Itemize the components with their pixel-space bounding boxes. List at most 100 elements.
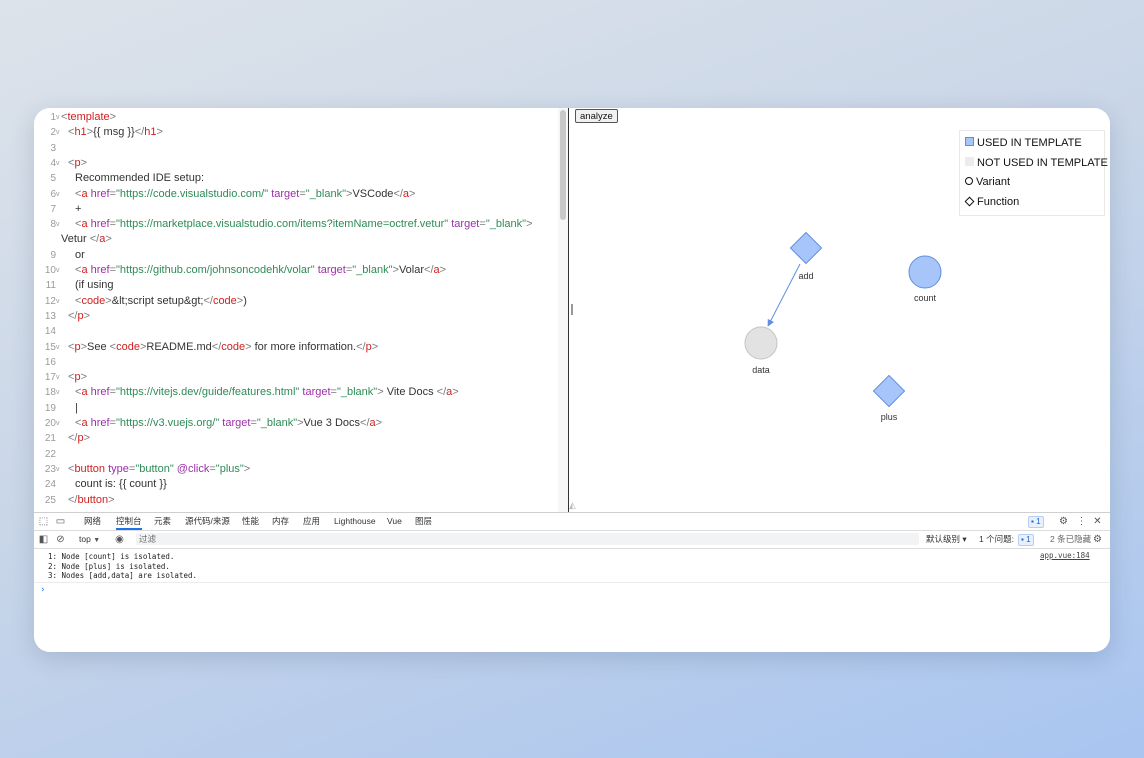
code-line[interactable]: 9 or (34, 248, 568, 263)
line-number: 6 (50, 188, 56, 200)
fold-chevron-icon[interactable]: v (56, 385, 62, 400)
fold-chevron-icon[interactable]: v (56, 125, 62, 140)
console-prompt[interactable]: › (40, 585, 45, 595)
close-icon[interactable]: ✕ (1092, 516, 1103, 527)
fold-chevron-icon[interactable]: v (56, 416, 62, 431)
node-data-shape[interactable] (744, 326, 778, 360)
tab-0[interactable]: 网络 (84, 513, 101, 530)
app-window: 1 v <template> 2 v <h1>{{ msg }}</h1> 3 4 v <p> 5 R… (34, 108, 1110, 652)
code-line[interactable]: 22 (34, 447, 568, 462)
code-line[interactable]: 17 v <p> (34, 370, 568, 385)
inspect-element-icon[interactable]: ⬚ (38, 516, 49, 527)
code-token: </ (424, 264, 434, 276)
more-menu-icon[interactable]: ⋮ (1076, 516, 1087, 527)
sidebar-toggle-icon[interactable]: ◧ (38, 534, 49, 545)
code-line[interactable]: 1 v <template> (34, 110, 568, 125)
fold-chevron-icon[interactable]: v (56, 156, 62, 171)
code-token: button (74, 462, 106, 475)
code-line[interactable]: 25 </button> (34, 493, 568, 508)
code-token: (if using (75, 279, 114, 292)
code-text: <p>See <code>README.md</code> for more i… (68, 340, 378, 355)
code-token: "https://github.com/johnsoncodehk/volar" (116, 264, 315, 276)
code-line[interactable]: 5 Recommended IDE setup: (34, 171, 568, 186)
code-token: > (105, 233, 112, 246)
devtools-tab-bar: ⬚ ▭ 网络 控制台 元素 源代码/来源 性能 内存 应用 Lighthouse Vue 图层 ▪… (34, 513, 1110, 531)
code-line[interactable]: 3 (34, 141, 568, 156)
code-line[interactable]: Vetur </a> (34, 232, 568, 247)
code-line[interactable]: 18 v <a href="https://vitejs.dev/guide/fea… (34, 385, 568, 400)
fold-chevron-icon[interactable]: v (56, 263, 62, 278)
device-toolbar-icon[interactable]: ▭ (55, 516, 66, 527)
issues-count-badge[interactable]: ▪ 1 (1018, 534, 1034, 546)
fold-chevron-icon[interactable]: v (56, 370, 62, 385)
code-editor[interactable]: 1 v <template> 2 v <h1>{{ msg }}</h1> 3 4 v <p> 5 R… (34, 108, 568, 512)
devtools-panel: ⬚ ▭ 网络 控制台 元素 源代码/来源 性能 内存 应用 Lighthouse Vue 图层 ▪… (34, 512, 1110, 652)
graph-legend: USED IN TEMPLATE NOT USED IN TEMPLATE Va… (959, 130, 1108, 216)
tab-4[interactable]: 性能 (242, 513, 259, 530)
source-link[interactable]: app.vue:184 (1040, 551, 1090, 560)
gear-icon[interactable]: ⚙ (1058, 516, 1069, 527)
tab-1[interactable]: 控制台 (116, 513, 142, 530)
tab-6[interactable]: 应用 (303, 513, 320, 530)
legend-used: USED IN TEMPLATE (965, 135, 1082, 151)
code-token: > (109, 111, 117, 123)
code-line[interactable]: 21 </p> (34, 431, 568, 446)
editor-scrollbar-thumb[interactable] (560, 110, 566, 220)
code-token: type (108, 462, 129, 475)
context-selector[interactable]: top ▼ (79, 531, 100, 549)
line-number: 19 (44, 402, 56, 414)
line-number: 24 (44, 479, 56, 491)
code-text: or (75, 248, 85, 263)
code-text: <a href="https://v3.vuejs.org/" target="… (75, 416, 382, 431)
code-text: </p> (68, 309, 90, 324)
fold-chevron-icon[interactable]: v (56, 340, 62, 355)
node-plus-shape[interactable] (872, 374, 906, 408)
code-line[interactable]: 14 (34, 324, 568, 339)
code-token: href (90, 386, 110, 399)
code-line[interactable]: 24 count is: {{ count }} (34, 477, 568, 492)
line-number: 16 (44, 356, 56, 368)
code-token: </ (211, 340, 222, 353)
code-token: {{ msg }} (93, 126, 135, 139)
code-line[interactable]: 23 v <button type="button" @click="plus"> (34, 462, 568, 477)
code-line[interactable]: 11 (if using (34, 278, 568, 293)
code-line[interactable]: 7 + (34, 202, 568, 217)
node-count-shape[interactable] (908, 255, 942, 289)
code-line[interactable]: 19 | (34, 401, 568, 416)
fold-chevron-icon[interactable]: v (56, 187, 62, 202)
console-settings-icon[interactable]: ⚙ (1092, 534, 1103, 545)
tab-9[interactable]: 图层 (415, 513, 432, 530)
code-line[interactable]: 6 v <a href="https://code.visualstudio.com… (34, 187, 568, 202)
node-add-shape[interactable] (789, 231, 823, 265)
issues-badge[interactable]: ▪ 1 (1028, 516, 1044, 528)
issues-label[interactable]: 1 个问题: (979, 531, 1014, 548)
code-line[interactable]: 4 v <p> (34, 156, 568, 171)
fold-chevron-icon[interactable]: v (56, 217, 62, 232)
code-token: "https://vitejs.dev/guide/features.html" (116, 386, 300, 399)
clear-console-icon[interactable]: ⊘ (55, 534, 66, 545)
resize-handle-icon[interactable]: ◭ (569, 500, 581, 512)
tab-2[interactable]: 元素 (154, 513, 171, 530)
code-token: href (90, 187, 110, 200)
filter-input[interactable]: 过滤 (136, 533, 919, 545)
eye-icon[interactable]: ◉ (114, 534, 125, 545)
code-line[interactable]: 8 v <a href="https://marketplace.visualstu… (34, 217, 568, 232)
code-line[interactable]: 12 v <code>&lt;script setup&gt;</code>) (34, 294, 568, 309)
code-token: </ (360, 417, 370, 429)
code-token: target (222, 417, 251, 429)
console-message: 3: Nodes [add,data] are isolated. (48, 571, 198, 580)
code-line[interactable]: 20 v <a href="https://v3.vuejs.org/" targe… (34, 416, 568, 431)
code-token: + (75, 202, 82, 215)
fold-chevron-icon[interactable]: v (56, 462, 62, 477)
fold-chevron-icon[interactable]: v (56, 294, 62, 309)
code-line[interactable]: 13 </p> (34, 309, 568, 324)
code-line[interactable]: 16 (34, 355, 568, 370)
code-line[interactable]: 2 v <h1>{{ msg }}</h1> (34, 125, 568, 140)
tab-3[interactable]: 源代码/来源 (185, 513, 230, 530)
tab-5[interactable]: 内存 (272, 513, 289, 530)
code-line[interactable]: 10 v <a href="https://github.com/johnsonco… (34, 263, 568, 278)
tab-7[interactable]: Lighthouse (334, 513, 376, 530)
log-level-select[interactable]: 默认级别 ▾ (926, 531, 967, 548)
tab-8[interactable]: Vue (387, 513, 402, 530)
code-line[interactable]: 15 v <p>See <code>README.md</code> for mor… (34, 340, 568, 355)
